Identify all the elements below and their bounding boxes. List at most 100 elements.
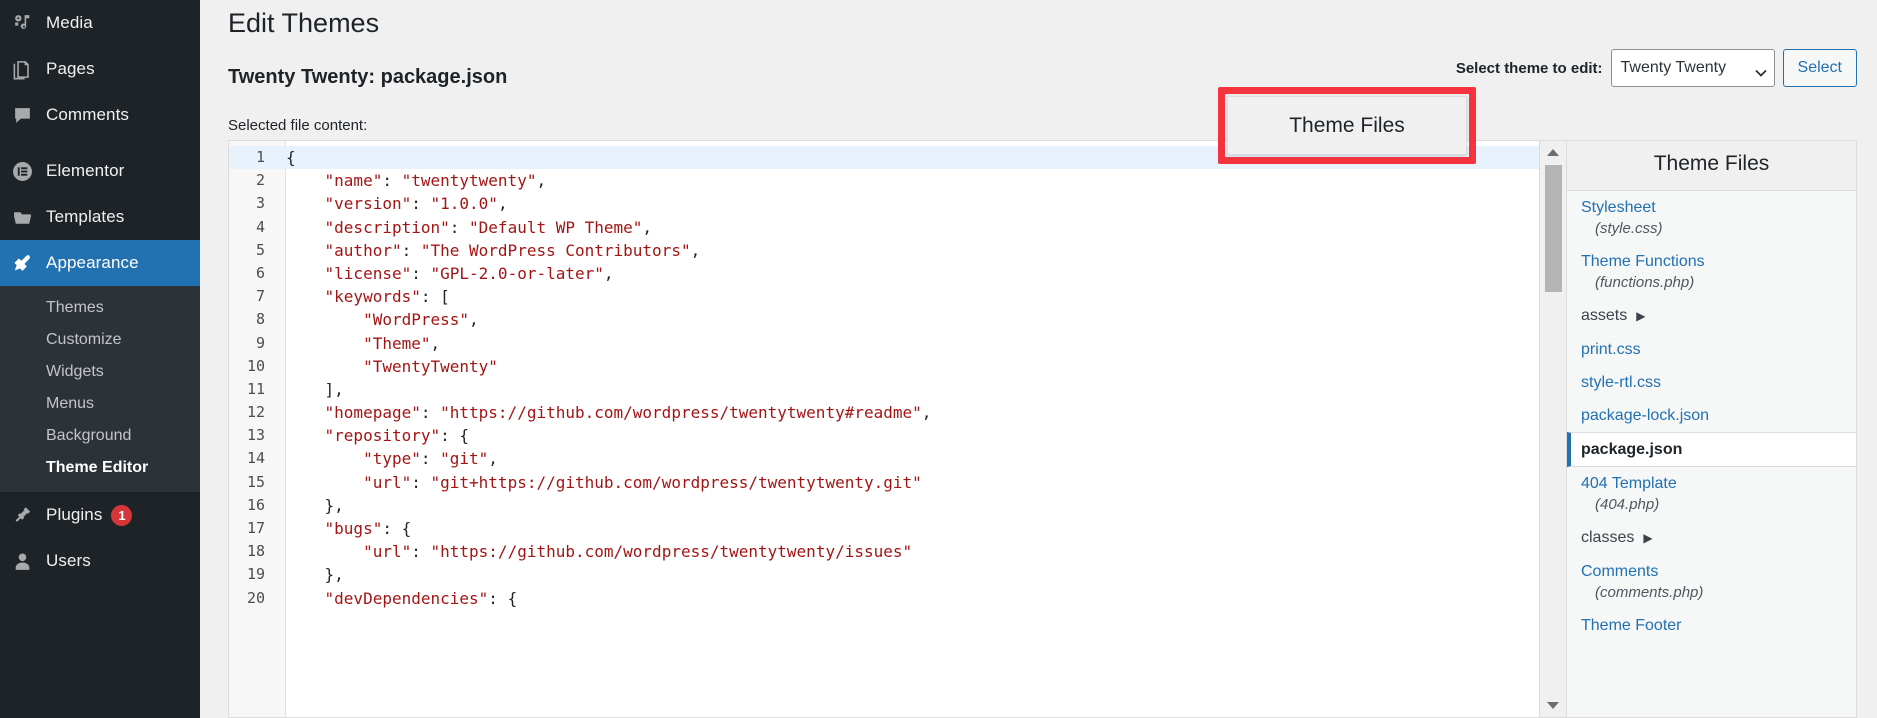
line-number: 8 bbox=[255, 310, 265, 329]
code-token-punct bbox=[286, 542, 363, 561]
code-token-punct bbox=[286, 310, 363, 329]
sidebar-item-label: Media bbox=[46, 13, 93, 32]
code-token-string: "git+https://github.com/wordpress/twenty… bbox=[430, 472, 922, 492]
code-token-punct: : bbox=[449, 217, 470, 237]
code-token-punct: : bbox=[420, 403, 441, 423]
code-token-punct bbox=[286, 473, 363, 492]
code-line-text: "license": "GPL-2.0-or-later", bbox=[275, 262, 614, 285]
code-token-punct: }, bbox=[286, 495, 344, 515]
line-number: 10 bbox=[246, 356, 265, 375]
sidebar-item-label: Templates bbox=[46, 207, 125, 226]
code-line: 3 "version": "1.0.0", bbox=[229, 192, 1539, 215]
sidebar-item-media[interactable]: Media bbox=[0, 0, 200, 46]
sidebar-item-users[interactable]: Users bbox=[0, 538, 200, 584]
code-token-string: "description" bbox=[324, 217, 450, 237]
code-token-punct: : bbox=[411, 542, 431, 562]
sidebar-item-label: Pages bbox=[46, 59, 95, 78]
sidebar-item-templates[interactable]: Templates bbox=[0, 194, 200, 240]
scroll-up-arrow-icon[interactable] bbox=[1540, 144, 1566, 161]
select-theme-label: Select theme to edit: bbox=[1455, 59, 1603, 77]
main-content: Edit Themes Select theme to edit: Twenty… bbox=[200, 0, 1877, 718]
code-line-text: "WordPress", bbox=[275, 308, 479, 331]
theme-file-item[interactable]: 404 Template (404.php) bbox=[1567, 467, 1856, 521]
theme-file-item[interactable]: classes ▶ bbox=[1567, 521, 1856, 555]
theme-select-value: Twenty Twenty bbox=[1620, 59, 1727, 76]
code-token-punct: , bbox=[921, 403, 932, 423]
code-token-punct bbox=[286, 264, 325, 283]
code-token-string: "https://github.com/wordpress/twentytwen… bbox=[440, 403, 922, 423]
admin-sidebar: Media Pages Comments Elementor Templates… bbox=[0, 0, 208, 718]
sidebar-item-pages[interactable]: Pages bbox=[0, 46, 200, 92]
comments-icon bbox=[12, 104, 46, 126]
code-token-string: "1.0.0" bbox=[430, 194, 498, 214]
sidebar-item-label: Plugins bbox=[46, 505, 103, 524]
code-editor[interactable]: 1{2 "name": "twentytwenty", 3 "version": … bbox=[229, 141, 1539, 717]
code-token-punct: , bbox=[430, 333, 441, 353]
sidebar-item-plugins[interactable]: Plugins 1 bbox=[0, 492, 200, 538]
sidebar-item-appearance[interactable]: Appearance bbox=[0, 240, 208, 286]
code-token-string: "bugs" bbox=[324, 519, 383, 538]
theme-chooser: Select theme to edit: Twenty Twenty Sele… bbox=[1456, 49, 1857, 87]
code-line: 13 "repository": { bbox=[229, 424, 1539, 447]
sidebar-item-elementor[interactable]: Elementor bbox=[0, 148, 200, 194]
scrollbar-thumb[interactable] bbox=[1545, 165, 1562, 292]
code-line: 20 "devDependencies": { bbox=[229, 587, 1539, 610]
code-line-text: "Theme", bbox=[275, 332, 440, 355]
code-line-text: "author": "The WordPress Contributors", bbox=[275, 239, 701, 262]
line-number: 17 bbox=[246, 519, 265, 537]
folder-caret-icon: ▶ bbox=[1643, 531, 1653, 545]
theme-file-item[interactable]: Theme Footer bbox=[1567, 609, 1856, 642]
code-line: 11 ], bbox=[229, 378, 1539, 401]
line-number: 18 bbox=[246, 542, 265, 561]
code-token-punct bbox=[286, 589, 325, 608]
page-title: Edit Themes bbox=[228, 8, 380, 38]
sidebar-item-comments[interactable]: Comments bbox=[0, 92, 200, 138]
code-token-punct: , bbox=[690, 240, 701, 260]
code-token-string: "git" bbox=[440, 449, 489, 469]
theme-file-item[interactable]: assets ▶ bbox=[1567, 299, 1856, 333]
code-line-text: }, bbox=[275, 563, 344, 586]
theme-file-filename: (functions.php) bbox=[1595, 274, 1695, 291]
code-token-string: "Default WP Theme" bbox=[469, 217, 643, 237]
submenu-item-menus[interactable]: Menus bbox=[0, 388, 200, 420]
code-token-string: "https://github.com/wordpress/twentytwen… bbox=[430, 542, 913, 562]
line-number: 11 bbox=[246, 379, 265, 398]
code-line-text: ], bbox=[275, 378, 344, 401]
pages-icon bbox=[12, 58, 46, 80]
theme-file-item[interactable]: Theme Functions (functions.php) bbox=[1567, 245, 1856, 299]
code-token-punct: : { bbox=[440, 426, 470, 446]
editor-vertical-scrollbar[interactable] bbox=[1539, 141, 1566, 717]
code-token-punct bbox=[286, 519, 325, 538]
sidebar-item-label: Users bbox=[46, 551, 91, 570]
code-token-punct bbox=[286, 218, 325, 237]
submenu-item-theme-editor[interactable]: Theme Editor bbox=[0, 452, 200, 484]
line-number: 20 bbox=[246, 588, 265, 607]
code-line: 15 "url": "git+https://github.com/wordpr… bbox=[229, 471, 1539, 494]
theme-file-item[interactable]: package.json bbox=[1567, 432, 1856, 467]
code-token-punct bbox=[286, 426, 325, 445]
submenu-item-themes[interactable]: Themes bbox=[0, 292, 200, 324]
scroll-down-arrow-icon[interactable] bbox=[1540, 697, 1566, 714]
select-theme-button[interactable]: Select bbox=[1782, 49, 1857, 87]
line-number: 14 bbox=[246, 449, 265, 468]
code-token-string: "url" bbox=[363, 542, 412, 562]
theme-file-item[interactable]: package-lock.json bbox=[1567, 399, 1856, 432]
media-icon bbox=[12, 12, 46, 34]
code-line: 2 "name": "twentytwenty", bbox=[229, 169, 1539, 192]
theme-file-item[interactable]: Stylesheet (style.css) bbox=[1567, 191, 1856, 245]
theme-select-dropdown[interactable]: Twenty Twenty bbox=[1610, 49, 1775, 87]
theme-file-item[interactable]: print.css bbox=[1567, 333, 1856, 366]
code-token-string: "devDependencies" bbox=[324, 588, 489, 608]
theme-file-item[interactable]: style-rtl.css bbox=[1567, 366, 1856, 399]
code-token-punct bbox=[286, 449, 363, 468]
theme-file-filename: (comments.php) bbox=[1595, 584, 1704, 601]
code-token-punct bbox=[286, 357, 363, 376]
theme-file-name: print.css bbox=[1581, 341, 1641, 358]
templates-folder-icon bbox=[12, 206, 46, 228]
submenu-item-widgets[interactable]: Widgets bbox=[0, 356, 200, 388]
code-token-punct bbox=[286, 171, 325, 190]
submenu-item-customize[interactable]: Customize bbox=[0, 324, 200, 356]
submenu-item-background[interactable]: Background bbox=[0, 420, 200, 452]
users-person-icon bbox=[12, 550, 46, 572]
theme-file-item[interactable]: Comments (comments.php) bbox=[1567, 555, 1856, 609]
